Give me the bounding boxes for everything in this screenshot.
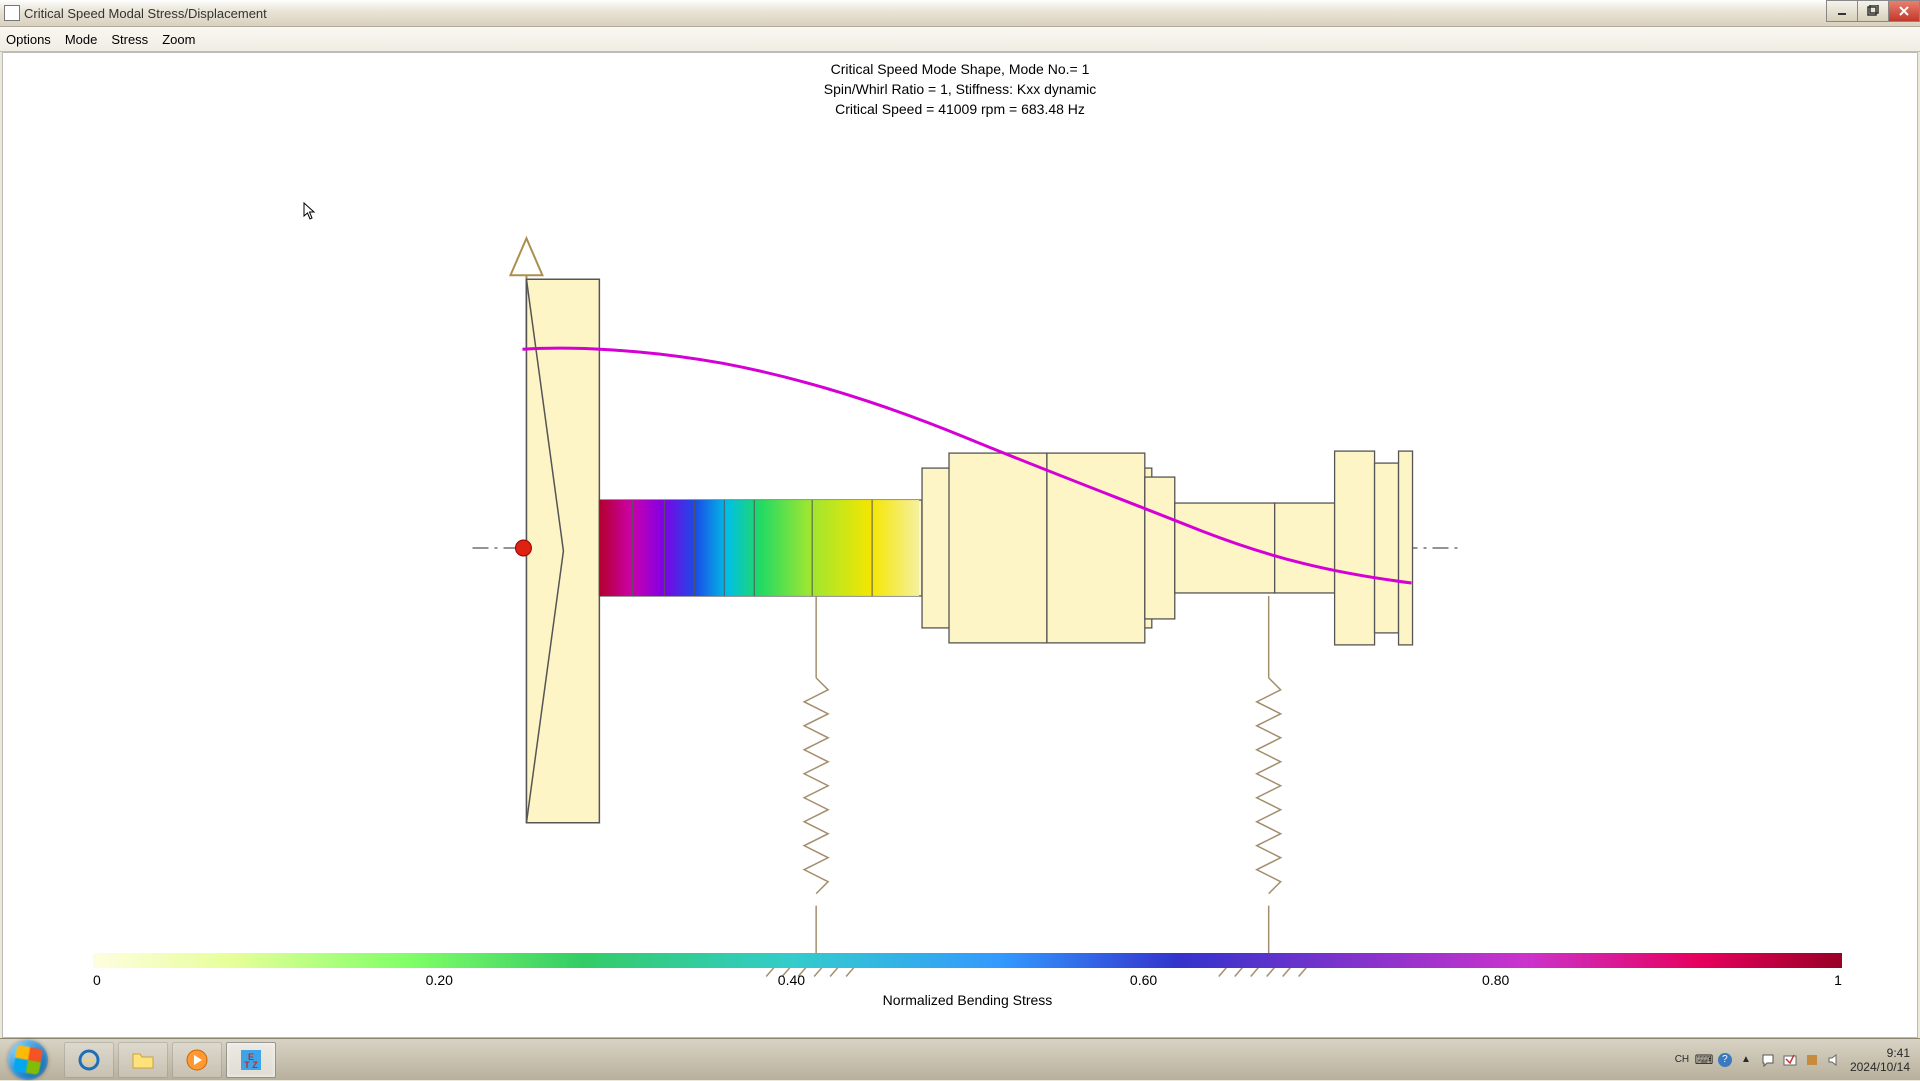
pinned-apps: ET Z bbox=[56, 1042, 276, 1078]
start-node-icon bbox=[515, 540, 531, 556]
colorbar-tick-60: 0.60 bbox=[1130, 972, 1157, 988]
colorbar-label: Normalized Bending Stress bbox=[93, 992, 1842, 1008]
action-center-icon[interactable] bbox=[1760, 1052, 1776, 1068]
minimize-icon bbox=[1836, 5, 1848, 17]
close-button[interactable] bbox=[1888, 0, 1920, 22]
window-title: Critical Speed Modal Stress/Displacement bbox=[24, 6, 267, 21]
clock[interactable]: 9:41 2024/10/14 bbox=[1850, 1046, 1910, 1074]
colorbar: 0 0.20 0.40 0.60 0.80 1 Normalized Bendi… bbox=[93, 953, 1842, 1007]
keyboard-icon[interactable]: ⌨ bbox=[1696, 1052, 1712, 1068]
colorbar-tick-0: 0 bbox=[93, 972, 101, 988]
colorbar-gradient bbox=[93, 953, 1842, 968]
tray-app-icon[interactable] bbox=[1782, 1052, 1798, 1068]
menu-options[interactable]: Options bbox=[6, 32, 51, 47]
menu-mode[interactable]: Mode bbox=[65, 32, 98, 47]
clock-time: 9:41 bbox=[1850, 1046, 1910, 1060]
colorbar-tick-1: 1 bbox=[1834, 972, 1842, 988]
menu-bar: Options Mode Stress Zoom bbox=[0, 27, 1920, 52]
minimize-button[interactable] bbox=[1826, 0, 1858, 22]
plot-area[interactable]: Critical Speed Mode Shape, Mode No.= 1 S… bbox=[2, 52, 1918, 1038]
volume-icon[interactable] bbox=[1826, 1052, 1842, 1068]
colorbar-tick-20: 0.20 bbox=[426, 972, 453, 988]
plot-svg bbox=[3, 53, 1917, 1037]
start-button[interactable] bbox=[0, 1039, 56, 1081]
maximize-button[interactable] bbox=[1857, 0, 1889, 22]
clock-date: 2024/10/14 bbox=[1850, 1060, 1910, 1074]
windows-orb-icon bbox=[8, 1040, 48, 1080]
taskbar: ET Z CH ⌨ ? ▲ 9:41 2024/10/14 bbox=[0, 1038, 1920, 1080]
bearing-spring-right bbox=[1219, 596, 1313, 977]
colorbar-ticks: 0 0.20 0.40 0.60 0.80 1 bbox=[93, 972, 1842, 988]
tray-chevron-icon[interactable]: ▲ bbox=[1738, 1052, 1754, 1068]
disk-triangle-icon bbox=[510, 238, 542, 275]
menu-stress[interactable]: Stress bbox=[111, 32, 148, 47]
close-icon bbox=[1898, 5, 1910, 17]
app-task-icon[interactable]: ET Z bbox=[226, 1042, 276, 1078]
colorbar-tick-80: 0.80 bbox=[1482, 972, 1509, 988]
ie-icon[interactable] bbox=[64, 1042, 114, 1078]
system-tray: CH ⌨ ? ▲ 9:41 2024/10/14 bbox=[1674, 1046, 1920, 1074]
maximize-icon bbox=[1867, 5, 1879, 17]
window-titlebar: Critical Speed Modal Stress/Displacement bbox=[0, 0, 1920, 27]
colorbar-tick-40: 0.40 bbox=[778, 972, 805, 988]
explorer-icon[interactable] bbox=[118, 1042, 168, 1078]
ime-indicator[interactable]: CH bbox=[1674, 1052, 1690, 1068]
media-player-icon[interactable] bbox=[172, 1042, 222, 1078]
menu-zoom[interactable]: Zoom bbox=[162, 32, 195, 47]
help-icon[interactable]: ? bbox=[1718, 1053, 1732, 1067]
window-controls bbox=[1827, 0, 1920, 22]
stress-color-region bbox=[599, 500, 919, 596]
bearing-spring-left bbox=[766, 596, 860, 977]
app-icon bbox=[4, 5, 20, 21]
svg-text:T Z: T Z bbox=[244, 1060, 258, 1070]
tray-app2-icon[interactable] bbox=[1804, 1052, 1820, 1068]
